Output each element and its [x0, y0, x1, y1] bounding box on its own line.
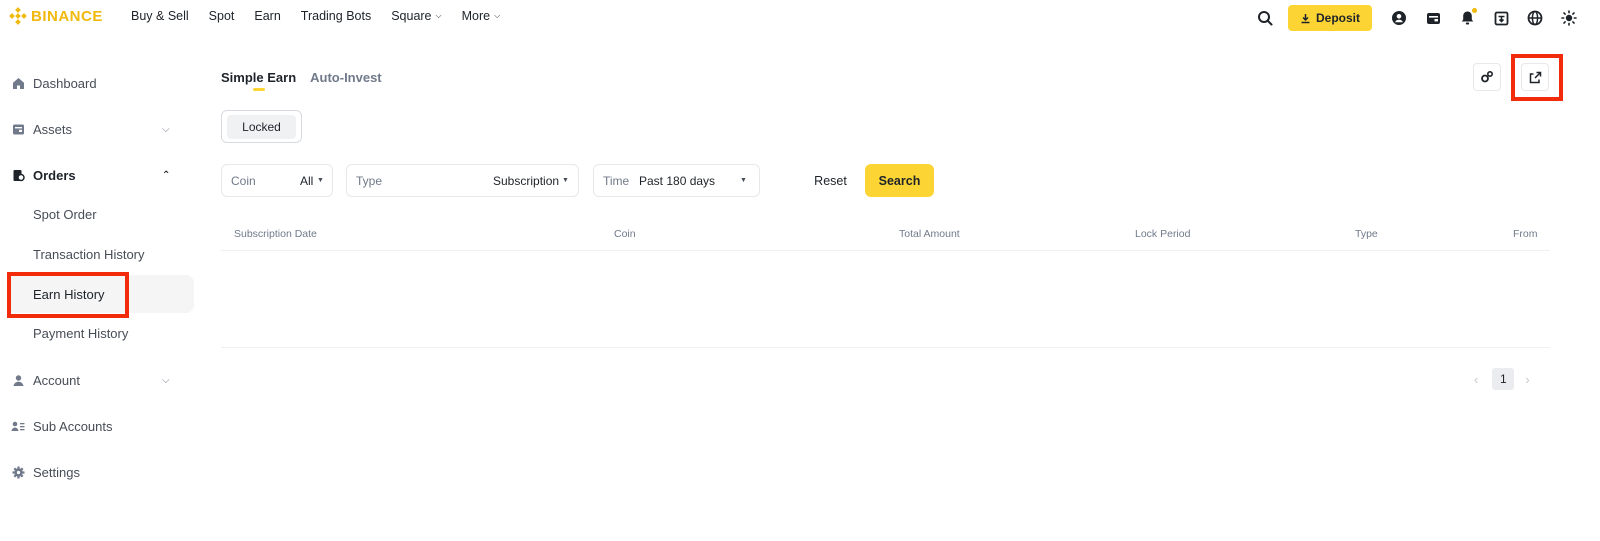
nav-buy-sell[interactable]: Buy & Sell: [131, 9, 189, 23]
caret-down-icon: ▼: [317, 177, 324, 184]
wallet-icon[interactable]: [1416, 4, 1450, 32]
nav-square-label: Square: [391, 9, 432, 23]
nav-square[interactable]: Square ⌵: [391, 9, 441, 23]
nav-earn[interactable]: Earn: [254, 9, 280, 23]
wallet-icon: [11, 122, 25, 136]
download-app-icon[interactable]: [1484, 4, 1518, 32]
download-icon: [1301, 13, 1310, 23]
sidebar-item-label: Sub Accounts: [33, 418, 113, 434]
top-nav: BINANCE Buy & Sell Spot Earn Trading Bot…: [0, 0, 1600, 36]
top-right-actions: Deposit: [1248, 4, 1586, 32]
search-icon[interactable]: [1248, 4, 1282, 32]
sidebar-item-label: Dashboard: [33, 75, 97, 91]
chevron-left-icon[interactable]: ‹: [1474, 372, 1478, 387]
sidebar-item-label: Assets: [33, 121, 73, 137]
earn-tabs: Simple Earn Auto-Invest: [221, 70, 382, 91]
time-select[interactable]: Time Past 180 days ▼: [593, 164, 760, 197]
nav-earn-label: Earn: [254, 9, 281, 23]
table-divider: [221, 347, 1550, 348]
locked-filter-button[interactable]: Locked: [227, 114, 296, 139]
binance-logo[interactable]: BINANCE: [9, 7, 103, 25]
sidebar-item-transaction-history[interactable]: Transaction History: [33, 247, 145, 262]
settings-icon[interactable]: [1473, 63, 1501, 91]
table-divider: [221, 250, 1550, 251]
coin-select[interactable]: Coin All ▼: [221, 164, 333, 197]
orders-icon: [11, 168, 25, 182]
caret-down-icon: ▼: [562, 177, 569, 184]
brand-name: BINANCE: [31, 7, 103, 25]
theme-toggle-icon[interactable]: [1552, 4, 1586, 32]
time-select-value: Past 180 days: [639, 173, 716, 188]
chevron-down-icon: ⌵: [435, 11, 442, 20]
sidebar-item-label: Settings: [33, 464, 80, 480]
chevron-down-icon: ⌵: [494, 11, 501, 20]
nav-buy-sell-label: Buy & Sell: [131, 9, 189, 23]
user-icon: [11, 373, 25, 387]
product-filter-group: Locked: [221, 110, 302, 143]
coin-select-value: All: [300, 173, 314, 188]
bell-icon[interactable]: [1450, 4, 1484, 32]
gear-icon: [11, 465, 25, 479]
nav-more[interactable]: More ⌵: [462, 9, 501, 23]
chevron-up-icon: ⌃: [162, 169, 171, 181]
tab-auto-invest[interactable]: Auto-Invest: [310, 70, 382, 85]
tab-simple-earn[interactable]: Simple Earn: [221, 70, 296, 91]
column-header-from: From: [1513, 228, 1538, 240]
nav-spot[interactable]: Spot: [209, 9, 235, 23]
column-header-lock-period: Lock Period: [1135, 228, 1191, 240]
search-button[interactable]: Search: [865, 164, 934, 197]
highlight-box-earn-history: [7, 272, 129, 318]
column-header-type: Type: [1355, 228, 1378, 240]
sidebar-item-payment-history[interactable]: Payment History: [33, 326, 128, 341]
type-select-label: Type: [356, 173, 383, 188]
notification-dot: [1472, 8, 1477, 13]
nav-spot-label: Spot: [208, 9, 235, 23]
deposit-button[interactable]: Deposit: [1287, 5, 1372, 31]
sidebar-item-spot-order[interactable]: Spot Order: [33, 207, 97, 222]
time-select-label: Time: [603, 173, 630, 188]
sub-accounts-icon: [11, 419, 25, 433]
column-header-coin: Coin: [614, 228, 636, 240]
sidebar-item-label: Orders: [33, 167, 76, 183]
highlight-box-export: [1511, 54, 1563, 101]
pagination: ‹ 1 ›: [1474, 368, 1530, 390]
type-select-value: Subscription: [493, 173, 560, 188]
deposit-label: Deposit: [1315, 11, 1360, 25]
user-profile-icon[interactable]: [1382, 4, 1416, 32]
home-icon: [11, 76, 25, 90]
coin-select-label: Coin: [231, 173, 256, 188]
binance-logo-icon: [9, 7, 27, 25]
chevron-down-icon: ⌵: [162, 123, 170, 135]
nav-trading-bots[interactable]: Trading Bots: [301, 9, 371, 23]
globe-icon[interactable]: [1518, 4, 1552, 32]
sidebar-item-label: Account: [33, 372, 80, 388]
page-number[interactable]: 1: [1492, 368, 1515, 390]
type-select[interactable]: Type Subscription ▼: [346, 164, 579, 197]
column-header-subscription-date: Subscription Date: [234, 228, 317, 240]
nav-more-label: More: [461, 9, 491, 23]
main-nav: Buy & Sell Spot Earn Trading Bots Square…: [131, 9, 520, 23]
nav-trading-bots-label: Trading Bots: [300, 9, 372, 23]
column-header-total-amount: Total Amount: [899, 228, 960, 240]
chevron-right-icon[interactable]: ›: [1525, 372, 1529, 387]
chevron-down-icon: ⌵: [162, 374, 170, 386]
caret-down-icon: ▼: [740, 177, 747, 184]
reset-button[interactable]: Reset: [808, 166, 853, 196]
